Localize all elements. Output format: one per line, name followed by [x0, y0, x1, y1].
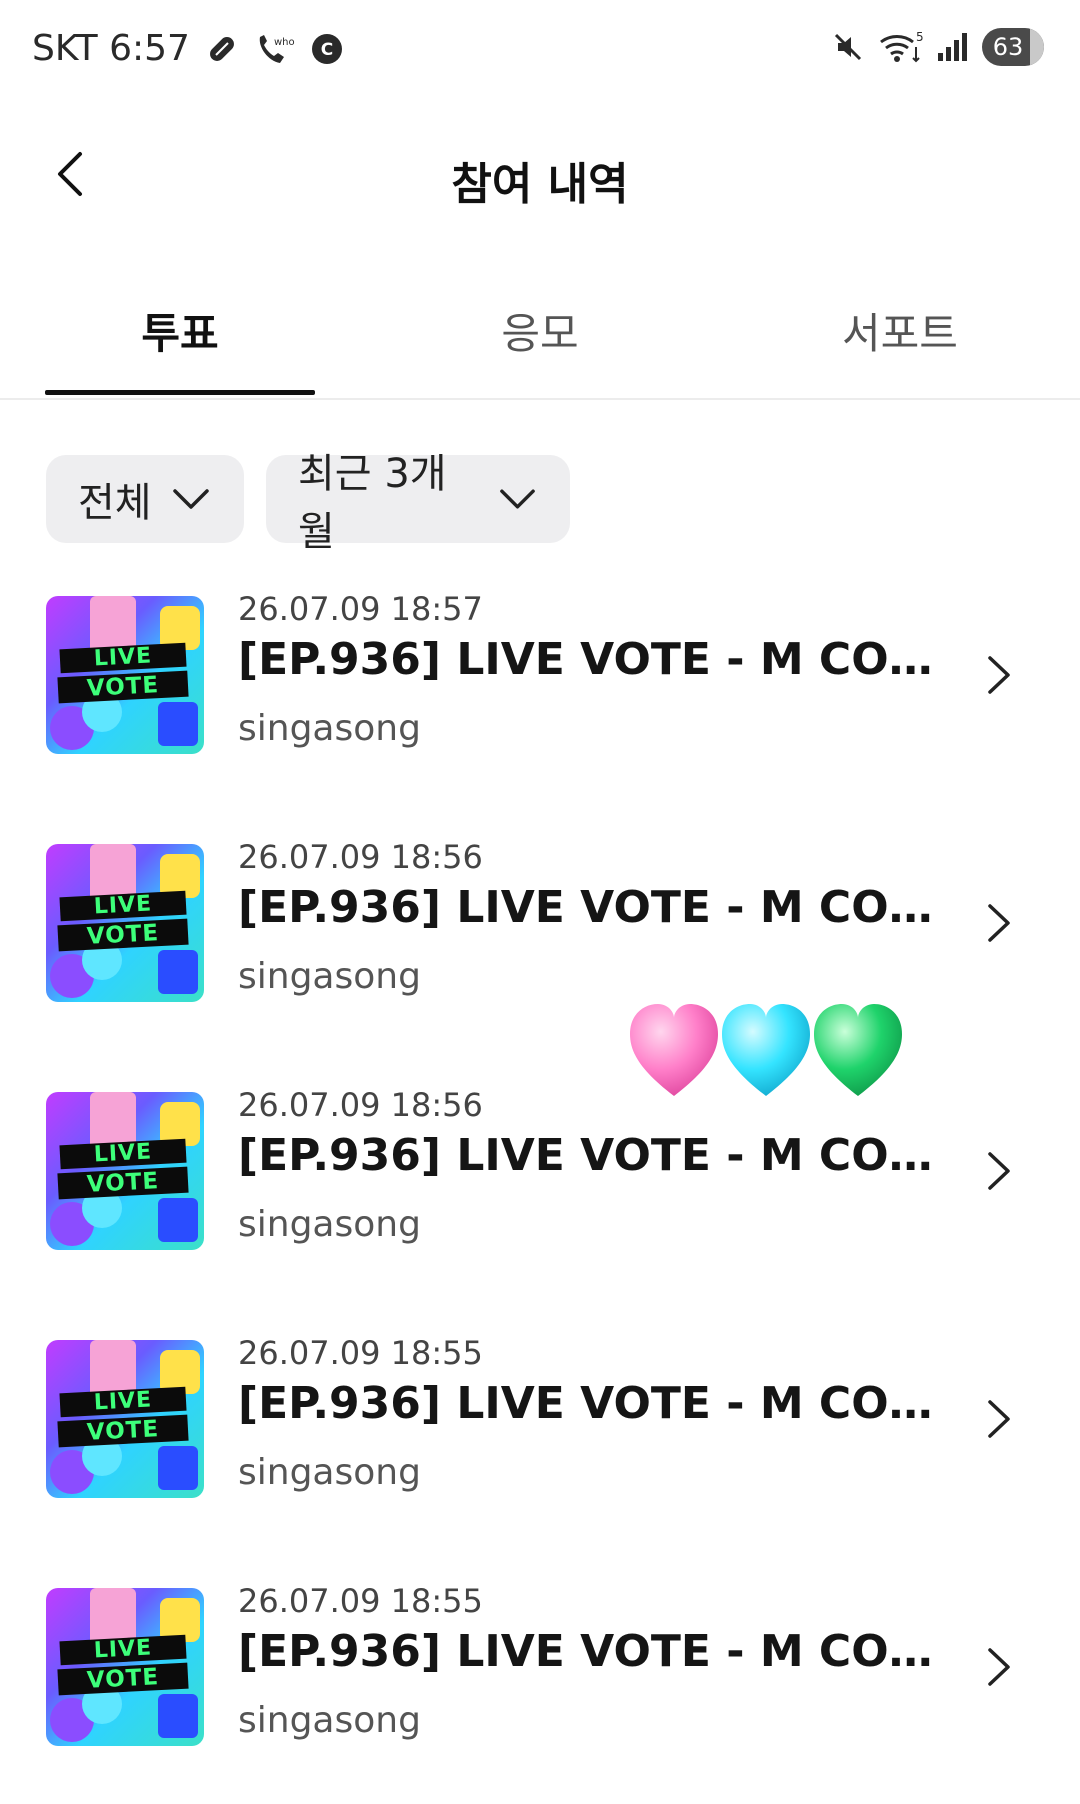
mute-icon: [834, 33, 862, 61]
battery-level: 63: [992, 33, 1024, 61]
chevron-down-icon: [500, 489, 535, 509]
item-subtitle: singasong: [238, 956, 421, 997]
list-item[interactable]: LIVE VOTE 26.07.09 18:55 [EP.936] LIVE V…: [0, 1582, 1080, 1782]
battery-indicator: 63: [982, 28, 1044, 66]
item-title: [EP.936] LIVE VOTE - M COUN...: [238, 634, 938, 685]
item-date: 26.07.09 18:56: [238, 838, 483, 876]
item-title: [EP.936] LIVE VOTE - M COUN...: [238, 1378, 938, 1429]
app-header: 참여 내역: [0, 120, 1080, 230]
item-title: [EP.936] LIVE VOTE - M COUN...: [238, 1130, 938, 1181]
item-subtitle: singasong: [238, 1700, 421, 1741]
thumbnail-text-vote: VOTE: [57, 918, 189, 952]
filter-period-dropdown[interactable]: 최근 3개월: [266, 451, 570, 555]
list-item[interactable]: LIVE VOTE 26.07.09 18:56 [EP.936] LIVE V…: [0, 838, 1080, 1038]
chevron-right-icon: [988, 1648, 1010, 1686]
chevron-right-icon: [988, 656, 1010, 694]
chevron-right-icon: [988, 904, 1010, 942]
network-badge: 5: [916, 30, 924, 44]
status-left: SKT 6:57 who C: [32, 28, 344, 69]
item-title: [EP.936] LIVE VOTE - M COUN...: [238, 882, 938, 933]
tab-entry[interactable]: 응모: [405, 300, 675, 361]
page-title: 참여 내역: [451, 159, 629, 210]
list-item[interactable]: LIVE VOTE 26.07.09 18:57 [EP.936] LIVE V…: [0, 590, 1080, 790]
thumbnail-text-live: LIVE: [59, 642, 187, 674]
item-date: 26.07.09 18:57: [238, 590, 483, 628]
thumbnail-text-live: LIVE: [59, 1634, 187, 1666]
green-heart-icon: [814, 1004, 902, 1096]
svg-text:C: C: [321, 40, 333, 60]
item-subtitle: singasong: [238, 1204, 421, 1245]
tab-vote[interactable]: 투표: [45, 300, 315, 361]
item-title: [EP.936] LIVE VOTE - M COUN...: [238, 1626, 938, 1677]
carrier-time: SKT 6:57: [32, 28, 190, 69]
item-subtitle: singasong: [238, 708, 421, 749]
item-subtitle: singasong: [238, 1452, 421, 1493]
chevron-right-icon: [988, 1400, 1010, 1438]
list-item[interactable]: LIVE VOTE 26.07.09 18:55 [EP.936] LIVE V…: [0, 1334, 1080, 1534]
vote-thumbnail: LIVE VOTE: [46, 596, 204, 754]
signal-icon: [938, 33, 967, 61]
filter-type-dropdown[interactable]: 전체: [46, 455, 244, 543]
item-date: 26.07.09 18:55: [238, 1334, 483, 1372]
status-bar: SKT 6:57 who C 5 63: [0, 0, 1080, 100]
thumbnail-text-live: LIVE: [59, 1386, 187, 1418]
filter-bar: 전체 최근 3개월: [46, 451, 570, 555]
vote-thumbnail: LIVE VOTE: [46, 1340, 204, 1498]
vote-thumbnail: LIVE VOTE: [46, 1588, 204, 1746]
thumbnail-text-vote: VOTE: [57, 1662, 189, 1696]
active-tab-indicator: [45, 390, 315, 395]
status-right: 5 63: [830, 28, 1044, 66]
filter-period-label: 최근 3개월: [298, 451, 447, 555]
thumbnail-text-vote: VOTE: [57, 1166, 189, 1200]
vote-thumbnail: LIVE VOTE: [46, 1092, 204, 1250]
thumbnail-text-vote: VOTE: [57, 1414, 189, 1448]
chevron-down-icon: [172, 489, 209, 509]
thumbnail-text-live: LIVE: [59, 890, 187, 922]
tab-support[interactable]: 서포트: [765, 300, 1035, 361]
svg-text:who: who: [274, 37, 295, 48]
item-date: 26.07.09 18:56: [238, 1086, 483, 1124]
wifi-icon: 5: [880, 30, 924, 63]
phone-who-icon: who: [259, 34, 295, 63]
pink-heart-icon: [630, 1004, 718, 1096]
cyan-heart-icon: [722, 1004, 810, 1096]
chevron-right-icon: [988, 1152, 1010, 1190]
thumbnail-text-vote: VOTE: [57, 670, 189, 704]
vote-thumbnail: LIVE VOTE: [46, 844, 204, 1002]
hearts-sticker: [630, 1004, 902, 1096]
filter-type-label: 전체: [78, 480, 152, 526]
tab-bar: 투표 응모 서포트: [0, 280, 1080, 400]
list-item[interactable]: LIVE VOTE 26.07.09 18:56 [EP.936] LIVE V…: [0, 1086, 1080, 1286]
thumbnail-text-live: LIVE: [59, 1138, 187, 1170]
item-date: 26.07.09 18:55: [238, 1582, 483, 1620]
pill-icon: [210, 36, 234, 61]
c-badge-icon: C: [311, 33, 342, 64]
